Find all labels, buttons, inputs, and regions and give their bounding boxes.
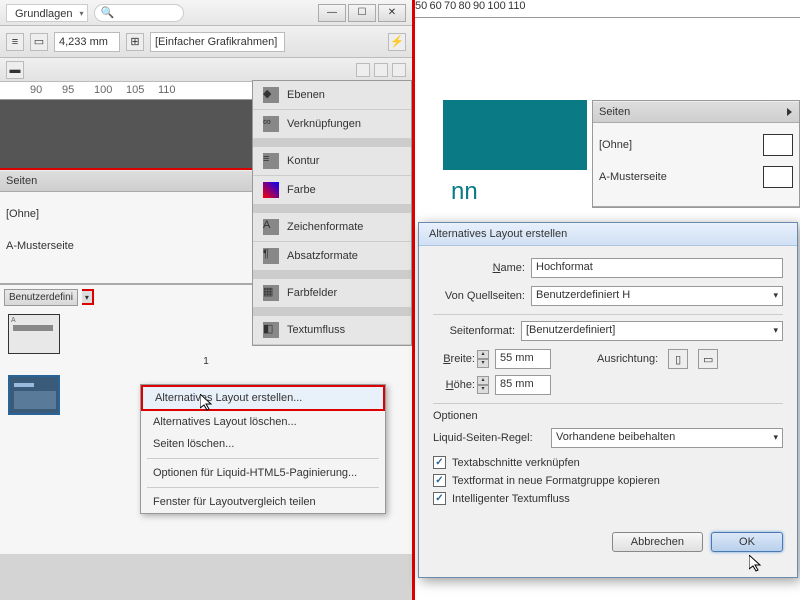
swatches-icon: ▦ [263, 285, 279, 301]
color-icon [263, 182, 279, 198]
right-seiten-label: Seiten [599, 106, 630, 118]
panel-verknuepfungen[interactable]: ∞Verknüpfungen [253, 110, 411, 139]
close-button[interactable]: ✕ [378, 4, 406, 22]
minimize-button[interactable]: — [318, 4, 346, 22]
chk-smart-reflow[interactable]: ✓ [433, 492, 446, 505]
format-label: Seitenformat: [433, 325, 515, 337]
panel-farbfelder[interactable]: ▦Farbfelder [253, 279, 411, 308]
frame-icon[interactable]: ⊞ [126, 33, 144, 51]
chk-copy-label: Textformat in neue Formatgruppe kopieren [452, 475, 660, 487]
name-input[interactable]: Hochformat [531, 258, 783, 278]
source-select[interactable]: Benutzerdefiniert H [531, 286, 783, 306]
panel-ebenen[interactable]: ◆Ebenen [253, 81, 411, 110]
misc-icon-1[interactable] [356, 63, 370, 77]
height-up[interactable]: ▴ [477, 376, 489, 385]
search-input[interactable]: 🔍 [94, 4, 184, 22]
height-input[interactable]: 85 mm [495, 375, 551, 395]
seiten-tab-label: Seiten [6, 175, 37, 187]
chk-link-label: Textabschnitte verknüpfen [452, 457, 580, 469]
right-ruler: 50 60 70 80 90 100 110 [415, 0, 800, 18]
chk-copy-styles[interactable]: ✓ [433, 474, 446, 487]
links-icon: ∞ [263, 116, 279, 132]
source-label: Von Quellseiten: [433, 290, 525, 302]
layout-tab-dropdown[interactable]: ▾ [82, 289, 94, 305]
stroke-icon[interactable]: ▬ [6, 61, 24, 79]
ok-button[interactable]: OK [711, 532, 783, 552]
right-a-thumb[interactable] [763, 166, 793, 188]
right-seiten-header[interactable]: Seiten [593, 101, 799, 123]
panel-kontur[interactable]: ≡Kontur [253, 147, 411, 176]
ctx-delete-alt-layout: Alternatives Layout löschen... [141, 411, 385, 433]
orient-portrait-icon[interactable]: ▯ [668, 349, 688, 369]
document-element [443, 100, 587, 170]
chk-link-stories[interactable]: ✓ [433, 456, 446, 469]
frame-dropdown[interactable]: [Einfacher Grafikrahmen] [150, 32, 285, 52]
master-a-label: A-Musterseite [6, 240, 74, 252]
orient-label: Ausrichtung: [597, 353, 658, 365]
align-icon[interactable]: ≡ [6, 33, 24, 51]
workspace-dropdown[interactable]: Grundlagen [6, 4, 88, 22]
ctx-delete-pages: Seiten löschen... [141, 433, 385, 455]
ctx-compare-window[interactable]: Fenster für Layoutvergleich teilen [141, 491, 385, 513]
panel-textumfluss[interactable]: ◧Textumfluss [253, 316, 411, 345]
layout-context-menu: Alternatives Layout erstellen... Alterna… [140, 384, 386, 514]
width-input[interactable]: 55 mm [495, 349, 551, 369]
chk-reflow-label: Intelligenter Textumfluss [452, 493, 570, 505]
document-text: nn [451, 178, 478, 206]
rule-label: Liquid-Seiten-Regel: [433, 432, 545, 444]
page-2-thumb[interactable] [8, 375, 60, 415]
ctx-create-alt-layout[interactable]: Alternatives Layout erstellen... [141, 385, 385, 411]
right-master-a: A-Musterseite [599, 171, 667, 183]
misc-icon-3[interactable] [392, 63, 406, 77]
panel-absatzformate[interactable]: ¶Absatzformate [253, 242, 411, 271]
maximize-button[interactable]: ☐ [348, 4, 376, 22]
cursor-icon [200, 394, 214, 412]
rule-select[interactable]: Vorhandene beibehalten [551, 428, 783, 448]
layout-tab[interactable]: Benutzerdefini [4, 289, 78, 306]
format-select[interactable]: [Benutzerdefiniert] [521, 321, 783, 341]
options-title: Optionen [433, 410, 783, 422]
panel-farbe[interactable]: Farbe [253, 176, 411, 205]
orient-landscape-icon[interactable]: ▭ [698, 349, 718, 369]
charstyle-icon: A [263, 219, 279, 235]
page-1-thumb[interactable]: A [8, 314, 60, 354]
cancel-button[interactable]: Abbrechen [612, 532, 703, 552]
misc-icon-2[interactable] [374, 63, 388, 77]
alt-layout-dialog: Alternatives Layout erstellen Name: Hoch… [418, 222, 798, 578]
right-none-thumb[interactable] [763, 134, 793, 156]
dialog-title: Alternatives Layout erstellen [419, 223, 797, 246]
width-label: Breite: [433, 353, 475, 365]
layers-icon: ◆ [263, 87, 279, 103]
ctx-liquid-options[interactable]: Optionen für Liquid-HTML5-Paginierung... [141, 462, 385, 484]
flash-icon[interactable]: ⚡ [388, 33, 406, 51]
size-field[interactable]: 4,233 mm [54, 32, 120, 52]
parastyle-icon: ¶ [263, 248, 279, 264]
width-up[interactable]: ▴ [477, 350, 489, 359]
height-label: Höhe: [433, 379, 475, 391]
panel-zeichenformate[interactable]: AZeichenformate [253, 213, 411, 242]
textwrap-icon: ◧ [263, 322, 279, 338]
page-1-label: 1 [8, 356, 404, 367]
height-down[interactable]: ▾ [477, 385, 489, 394]
crop-icon[interactable]: ▭ [30, 33, 48, 51]
master-none-label: [Ohne] [6, 208, 39, 220]
right-master-none: [Ohne] [599, 139, 632, 151]
name-label: Name: [433, 262, 525, 274]
right-panel-flyout-icon[interactable] [783, 106, 795, 118]
cursor-icon [749, 555, 763, 573]
width-down[interactable]: ▾ [477, 359, 489, 368]
stroke-panel-icon: ≡ [263, 153, 279, 169]
